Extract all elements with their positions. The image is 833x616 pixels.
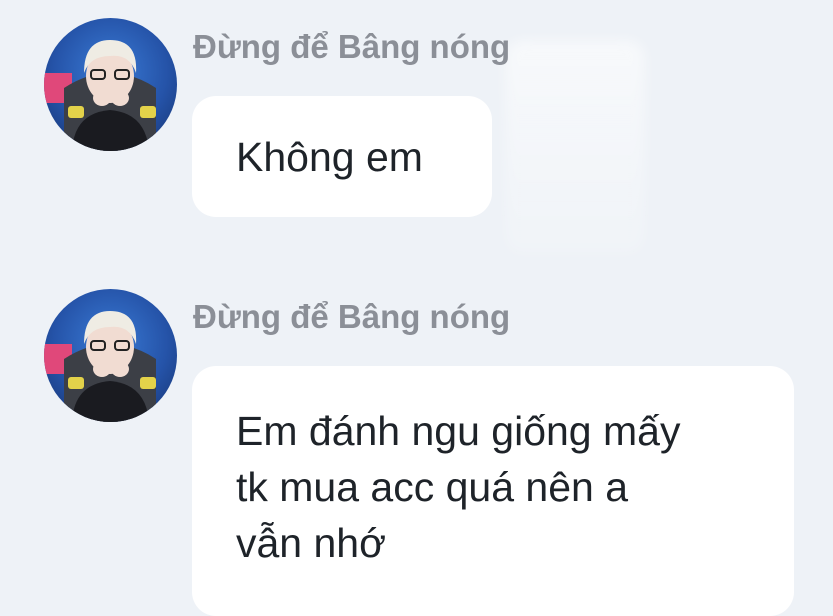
- message-text-line: vẫn nhớ: [236, 520, 386, 566]
- sender-name: Đừng để Bâng nóng: [193, 28, 511, 65]
- background-watermark: [505, 40, 645, 255]
- message-bubble[interactable]: Em đánh ngu giống mấy tk mua acc quá nên…: [192, 366, 794, 616]
- message-text-line: Không em: [236, 134, 423, 180]
- message-text-line: tk mua acc quá nên a: [236, 464, 629, 510]
- user-avatar-icon: [44, 40, 156, 151]
- message-text-line: Em đánh ngu giống mấy: [236, 408, 681, 454]
- sender-name: Đừng để Bâng nóng: [193, 298, 511, 335]
- message-bubble[interactable]: Không em: [192, 96, 492, 217]
- sender-avatar[interactable]: [44, 289, 177, 422]
- sender-avatar[interactable]: [44, 18, 177, 151]
- user-avatar-icon: [44, 311, 156, 422]
